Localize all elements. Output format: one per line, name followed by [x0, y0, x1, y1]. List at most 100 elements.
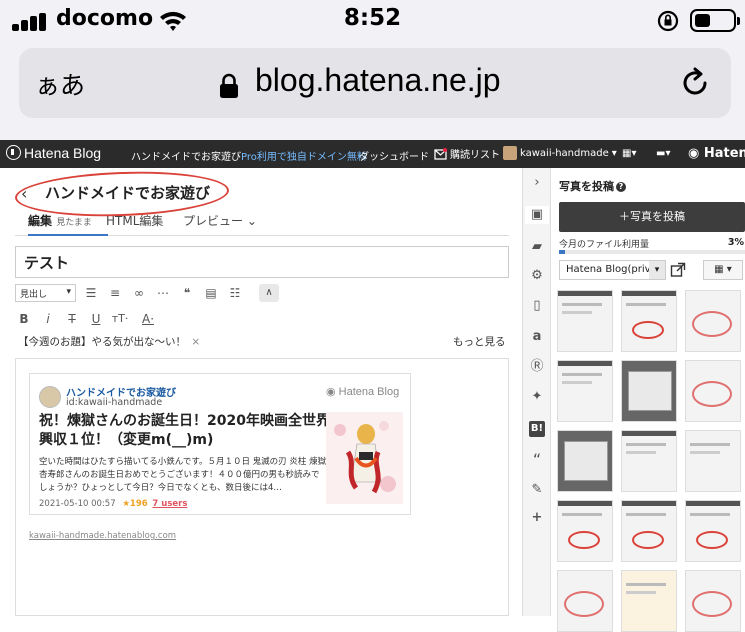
text-color-icon[interactable]: A·	[139, 310, 157, 328]
editor-mode-tabs: 編集 見たまま HTML編集 プレビュー ⌄	[15, 212, 509, 236]
card-meta: 2021-05-10 00:57 ★196 7 users	[39, 499, 187, 509]
grid-view-toggle-icon[interactable]: ▦ ▾	[703, 260, 743, 280]
bold-icon[interactable]: B	[15, 310, 33, 328]
photo-thumbnail[interactable]	[685, 290, 741, 352]
url-text[interactable]: blog.hatena.ne.jp	[255, 62, 501, 99]
tab-wysiwyg[interactable]: 編集 見たまま	[28, 212, 108, 236]
hatena-logo-icon: ◉	[326, 386, 339, 398]
brush-icon[interactable]: ✎	[528, 481, 546, 499]
card-date: 2021-05-10 00:57	[39, 499, 116, 509]
photo-thumbnail[interactable]	[685, 360, 741, 422]
panel-title: 写真を投稿?	[559, 178, 626, 194]
post-photo-button[interactable]: ＋写真を投稿	[559, 202, 745, 232]
card-thumbnail	[326, 412, 403, 504]
card-blog-id: id:kawaii-handmade	[66, 397, 163, 408]
photo-thumbnail[interactable]	[621, 360, 677, 422]
tab-html-edit[interactable]: HTML編集	[106, 212, 176, 236]
external-link-icon[interactable]	[670, 262, 686, 278]
file-usage-bar	[559, 250, 745, 254]
weekly-topic[interactable]: 【今週のお題】やる気が出な〜い！ ×	[18, 334, 200, 349]
quote-icon[interactable]: ❝	[178, 284, 196, 302]
photo-thumbnail[interactable]	[685, 500, 741, 562]
collapse-panel-chevron-icon[interactable]: ›	[528, 174, 546, 192]
collapse-toolbar-icon[interactable]: ∧	[259, 284, 279, 302]
notification-icon[interactable]: ▬▾	[656, 148, 670, 159]
folder-icon[interactable]: ▰	[528, 238, 546, 256]
more-topics-link[interactable]: もっと見る	[453, 334, 506, 349]
status-bar: docomo 8:52	[0, 0, 745, 40]
address-bar[interactable]: ぁあ blog.hatena.ne.jp	[19, 48, 731, 118]
photo-thumbnail[interactable]	[557, 430, 613, 492]
strikethrough-icon[interactable]: T	[63, 310, 81, 328]
photo-thumbnail[interactable]	[557, 570, 613, 632]
album-select[interactable]: Hatena Blog(priva	[559, 260, 666, 280]
file-usage-label: 今月のファイル利用量	[559, 240, 650, 250]
battery-icon	[690, 9, 740, 32]
hatena-logo-icon: ◉	[688, 146, 700, 161]
hatena-top-bar: Hatena Blog ハンドメイドでお家遊びPro利用で独自ドメイン無料 ダッ…	[0, 140, 745, 168]
align-icon[interactable]: ☷	[226, 284, 244, 302]
editor-toolbar: 見出し ☰ ≡ ∞ ⋯ ❝ ▤ ☷ ∧ B i T U тT· A·	[15, 284, 509, 336]
star-count[interactable]: ★196	[122, 499, 147, 509]
twitter-icon[interactable]: ✦	[528, 388, 546, 406]
photo-thumbnail[interactable]	[685, 570, 741, 632]
editor-content-area[interactable]: ハンドメイドでお家遊び id:kawaii-handmade ◉ Hatena …	[15, 358, 509, 616]
underline-icon[interactable]: U	[87, 310, 105, 328]
photo-thumbnail[interactable]	[557, 360, 613, 422]
heading-select[interactable]: 見出し	[15, 284, 76, 302]
avatar	[39, 386, 61, 408]
hatena-bookmark-icon[interactable]: B!	[529, 421, 545, 437]
bullet-list-icon[interactable]: ☰	[82, 284, 100, 302]
entry-title-input[interactable]: テスト	[15, 246, 509, 278]
hatena-menu[interactable]: ◉ Hatena	[688, 146, 745, 161]
read-more-icon[interactable]: ⋯	[154, 284, 172, 302]
numbered-list-icon[interactable]: ≡	[106, 284, 124, 302]
gear-icon[interactable]: ⚙	[528, 267, 546, 285]
editor-main: ‹ ハンドメイドでお家遊び 編集 見たまま HTML編集 プレビュー ⌄ テスト…	[0, 168, 522, 616]
card-title[interactable]: 祝！煉獄さんのお誕生日！2020年映画全世界興収１位！（変更m(__)m)	[39, 412, 335, 450]
browser-chrome: ぁあ blog.hatena.ne.jp	[0, 40, 745, 140]
photo-upload-panel: 写真を投稿? ＋写真を投稿 今月のファイル利用量 3% Hatena Blog(…	[550, 168, 745, 632]
rotation-lock-icon	[657, 10, 679, 32]
plus-icon[interactable]: +	[528, 509, 546, 527]
table-icon[interactable]: ▤	[202, 284, 220, 302]
photo-thumbnail[interactable]	[621, 430, 677, 492]
apps-grid-icon[interactable]: ▦▾	[622, 148, 636, 159]
photo-thumbnail[interactable]	[621, 290, 677, 352]
reading-list-icon	[434, 147, 447, 160]
card-source-link[interactable]: kawaii-handmade.hatenablog.com	[29, 531, 176, 541]
dashboard-link[interactable]: ダッシュボード	[359, 148, 429, 163]
card-brand: ◉ Hatena Blog	[326, 386, 400, 398]
card-description: 空いた時間はひたすら描いてる小鉄んです。５月１０日 鬼滅の刃 炎柱 煉獄杏寿郎さ…	[39, 457, 327, 493]
quote-icon[interactable]: “	[528, 451, 546, 469]
hatena-blog-logo[interactable]: Hatena Blog	[6, 145, 101, 161]
photo-thumbnail[interactable]	[685, 430, 741, 492]
document-icon[interactable]: ▯	[528, 297, 546, 315]
link-icon[interactable]: ∞	[130, 284, 148, 302]
photo-thumbnail[interactable]	[557, 290, 613, 352]
side-icon-rail: › ▣ ▰ ⚙ ▯ a Ⓡ ✦ B! “ ✎ +	[522, 168, 550, 616]
photo-thumbnail[interactable]	[557, 500, 613, 562]
font-size-icon[interactable]: тT·	[111, 310, 129, 328]
text-size-button[interactable]: ぁあ	[35, 66, 85, 102]
reload-icon[interactable]	[678, 66, 712, 100]
reading-list-link[interactable]: 購読リスト	[434, 146, 500, 161]
tab-preview[interactable]: プレビュー ⌄	[183, 212, 263, 236]
help-icon[interactable]: ?	[616, 182, 626, 192]
photo-icon[interactable]: ▣	[525, 206, 549, 224]
bookmark-users[interactable]: 7 users	[152, 499, 187, 509]
photo-thumbnail[interactable]	[621, 570, 677, 632]
user-menu[interactable]: kawaii-handmade ▾	[503, 146, 617, 160]
pro-promo-link[interactable]: ハンドメイドでお家遊びPro利用で独自ドメイン無料	[131, 148, 367, 163]
hatena-logo-icon	[6, 145, 21, 160]
amazon-icon[interactable]: a	[528, 328, 546, 346]
embed-blog-card[interactable]: ハンドメイドでお家遊び id:kawaii-handmade ◉ Hatena …	[29, 373, 411, 515]
italic-icon[interactable]: i	[39, 310, 57, 328]
close-icon[interactable]: ×	[191, 336, 200, 348]
blog-title[interactable]: ハンドメイドでお家遊び	[45, 182, 210, 203]
avatar	[503, 146, 517, 160]
photo-thumbnail[interactable]	[621, 500, 677, 562]
back-chevron-icon[interactable]: ‹	[21, 184, 27, 203]
lock-icon	[220, 73, 238, 98]
rakuten-icon[interactable]: Ⓡ	[528, 358, 546, 376]
